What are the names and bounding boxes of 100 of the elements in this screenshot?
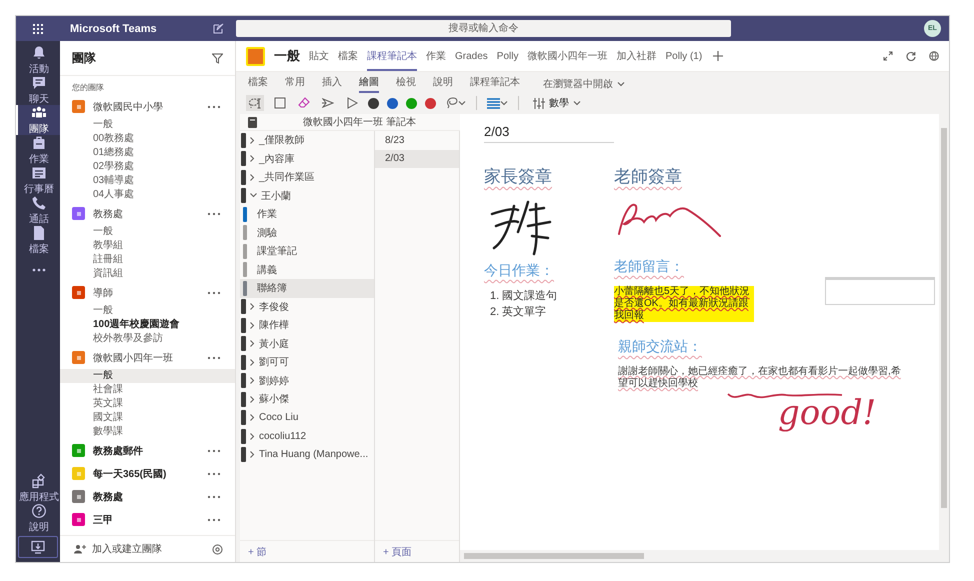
select-button[interactable] bbox=[272, 95, 288, 111]
compose-button[interactable] bbox=[211, 21, 226, 36]
ribbon-tab[interactable]: 說明 bbox=[433, 74, 453, 92]
page-title[interactable]: 2/03 bbox=[484, 124, 614, 143]
ribbon-tab[interactable]: 課程筆記本 bbox=[470, 74, 520, 92]
channel-item[interactable]: 校外教學及參訪 bbox=[60, 332, 235, 346]
filter-button[interactable] bbox=[210, 50, 225, 66]
section-item[interactable]: Coco Liu bbox=[240, 408, 374, 427]
channel-item[interactable]: 一般 bbox=[60, 118, 235, 132]
channel-tab[interactable]: Grades bbox=[455, 42, 488, 70]
channel-tab[interactable]: 微軟國小四年一班 bbox=[527, 41, 608, 71]
section-item[interactable]: 聯絡簿 bbox=[240, 279, 374, 298]
channel-item[interactable]: 英文課 bbox=[60, 397, 235, 411]
ribbon-tab[interactable]: 常用 bbox=[285, 74, 305, 92]
ribbon-tab[interactable]: 檔案 bbox=[248, 74, 268, 92]
channel-tab[interactable]: 檔案 bbox=[338, 41, 358, 71]
nav-button[interactable] bbox=[18, 536, 58, 558]
channel-item[interactable]: 資訊組 bbox=[60, 267, 235, 281]
nav-button[interactable]: 應用程式 bbox=[16, 473, 60, 503]
add-section-button[interactable]: + 節 bbox=[240, 540, 374, 562]
nav-button[interactable]: 說明 bbox=[16, 503, 60, 533]
channel-tab[interactable]: Polly bbox=[496, 42, 518, 70]
channel-tab[interactable]: 貼文 bbox=[309, 41, 329, 71]
team-name[interactable]: 微軟國民中小學 bbox=[93, 100, 197, 114]
section-item[interactable]: 劉可可 bbox=[240, 353, 374, 372]
globe-button[interactable] bbox=[927, 49, 941, 63]
app-title: Microsoft Teams bbox=[70, 22, 157, 34]
section-item[interactable]: cocoliu112 bbox=[240, 427, 374, 446]
settings-button[interactable] bbox=[210, 542, 225, 556]
channel-item[interactable]: 數學課 bbox=[60, 425, 235, 439]
team-name[interactable]: 導師 bbox=[93, 286, 197, 300]
team-name[interactable]: 教務處 bbox=[93, 490, 197, 504]
nav-button[interactable]: 通話 bbox=[16, 195, 60, 225]
section-item[interactable]: _僅限教師 bbox=[240, 131, 374, 150]
backpack-icon bbox=[31, 134, 47, 150]
channel-tab[interactable]: 作業 bbox=[426, 41, 446, 71]
expand-button[interactable] bbox=[881, 49, 895, 63]
section-item[interactable]: 黃小庭 bbox=[240, 334, 374, 353]
channel-item[interactable]: 註冊組 bbox=[60, 253, 235, 267]
channel-item[interactable]: 02學務處 bbox=[60, 160, 235, 174]
channel-tab[interactable]: Polly (1) bbox=[665, 42, 702, 70]
channel-item[interactable]: 國文課 bbox=[60, 411, 235, 425]
channel-item[interactable]: 100週年校慶園遊會 bbox=[60, 318, 235, 332]
section-item[interactable]: _共同作業區 bbox=[240, 168, 374, 186]
section-item[interactable]: _內容庫 bbox=[240, 150, 374, 168]
file-icon bbox=[31, 224, 47, 240]
ribbon-tab[interactable]: 插入 bbox=[322, 74, 342, 92]
team-name[interactable]: 每一天365(民國) bbox=[93, 466, 197, 480]
section-item[interactable]: 課堂筆記 bbox=[240, 242, 374, 260]
pen-button[interactable] bbox=[320, 96, 336, 110]
channel-item[interactable]: 00教務處 bbox=[60, 132, 235, 146]
section-item[interactable]: 蘇小傑 bbox=[240, 390, 374, 408]
refresh-button[interactable] bbox=[904, 49, 918, 63]
section-item[interactable]: 測驗 bbox=[240, 224, 374, 242]
team-name[interactable]: 教務處郵件 bbox=[93, 444, 197, 458]
team-name[interactable]: 三甲 bbox=[93, 512, 197, 526]
nav-button[interactable]: 檔案 bbox=[16, 225, 60, 255]
line-style-button[interactable] bbox=[485, 96, 510, 110]
open-in-browser-button[interactable]: 在瀏覽器中開啟 bbox=[537, 76, 631, 92]
app-launcher-button[interactable] bbox=[31, 22, 45, 36]
ribbon-tab[interactable]: 繪圖 bbox=[359, 74, 379, 92]
channel-item[interactable]: 一般 bbox=[60, 304, 235, 318]
pen-color-button[interactable] bbox=[368, 98, 379, 108]
lasso-dropdown-button[interactable] bbox=[444, 95, 468, 111]
page-item[interactable]: 8/23 bbox=[375, 131, 459, 150]
channel-item[interactable]: 01總務處 bbox=[60, 146, 235, 160]
section-item[interactable]: 王小蘭 bbox=[240, 186, 374, 205]
channel-item[interactable]: 教學組 bbox=[60, 239, 235, 253]
section-item[interactable]: 講義 bbox=[240, 260, 374, 279]
channel-item[interactable]: 社會課 bbox=[60, 383, 235, 397]
page-item[interactable]: 2/03 bbox=[375, 150, 459, 168]
nav-button[interactable]: 團隊 bbox=[16, 105, 60, 135]
search-field[interactable]: 搜尋或輸入命令 bbox=[236, 20, 731, 37]
ribbon-tab[interactable]: 檢視 bbox=[396, 74, 416, 92]
nav-button[interactable]: 作業 bbox=[16, 135, 60, 165]
add-tab-button[interactable] bbox=[711, 49, 726, 63]
section-item[interactable]: 李俊俊 bbox=[240, 298, 374, 316]
nav-button[interactable]: 聊天 bbox=[16, 75, 60, 105]
channel-item[interactable]: 04人事處 bbox=[60, 188, 235, 202]
pen-color-button[interactable] bbox=[425, 98, 436, 108]
section-item[interactable]: 劉婷婷 bbox=[240, 372, 374, 390]
lines-icon bbox=[487, 98, 500, 108]
section-item[interactable]: Tina Huang (Manpowe... bbox=[240, 446, 374, 464]
nav-button[interactable]: 行事曆 bbox=[16, 165, 60, 195]
pen-color-button[interactable] bbox=[406, 98, 417, 108]
nav-button[interactable]: 活動 bbox=[16, 45, 60, 75]
section-item[interactable]: 陳作樺 bbox=[240, 316, 374, 334]
section-item[interactable]: 作業 bbox=[240, 205, 374, 224]
channel-item[interactable]: 一般 bbox=[60, 369, 235, 383]
team-name[interactable]: 微軟國小四年一班 bbox=[93, 350, 197, 364]
team-name[interactable]: 教務處 bbox=[93, 206, 197, 220]
add-page-button[interactable]: + 頁面 bbox=[375, 540, 459, 562]
channel-tab[interactable]: 加入社群 bbox=[616, 41, 656, 71]
channel-item[interactable]: 一般 bbox=[60, 225, 235, 239]
list-item: 1. 國文課造句 bbox=[490, 288, 558, 303]
pen-color-button[interactable] bbox=[387, 98, 398, 108]
lasso-select-button[interactable] bbox=[246, 95, 264, 111]
math-button[interactable]: 數學 bbox=[527, 95, 587, 111]
join-team-link[interactable]: 加入或建立團隊 bbox=[92, 542, 204, 556]
channel-item[interactable]: 03輔導處 bbox=[60, 174, 235, 188]
